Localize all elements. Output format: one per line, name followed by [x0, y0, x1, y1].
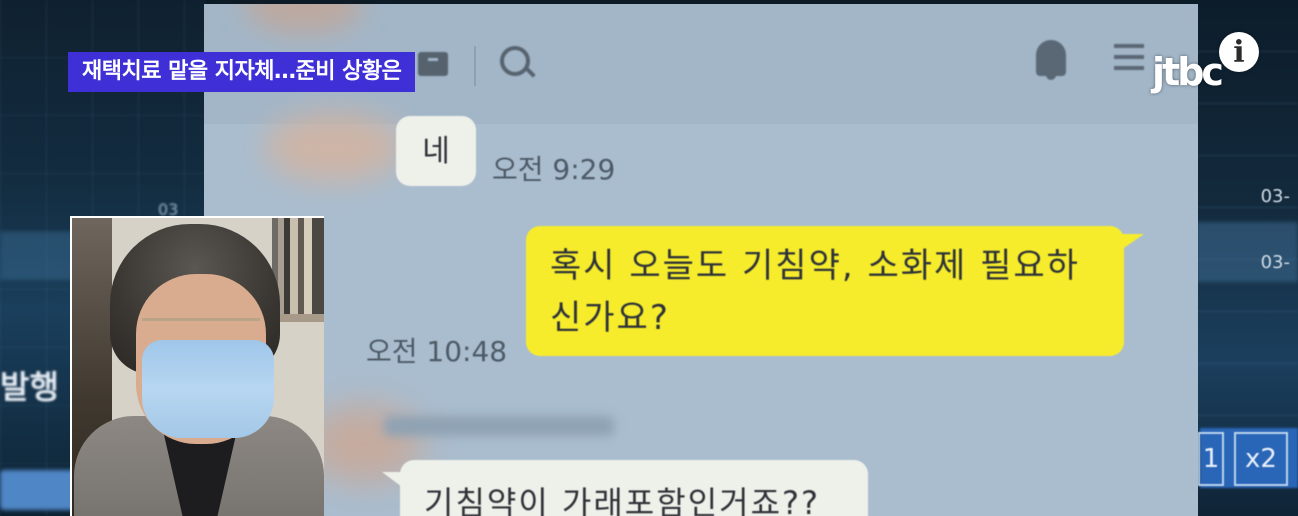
monitor-number: 03-	[1260, 252, 1290, 273]
message-timestamp: 오전 10:48	[366, 335, 508, 368]
info-icon[interactable]: i	[1219, 32, 1259, 72]
message-text: 기침약이 가래포함인거죠??	[424, 484, 820, 516]
bell-icon	[1036, 40, 1066, 80]
monitor-button: 1	[1198, 432, 1224, 486]
message-text: 신가요?	[550, 298, 670, 338]
news-caption: 재택치료 맡을 지자체…준비 상황은	[68, 52, 416, 92]
blurred-avatar	[244, 4, 364, 34]
message-text: 네	[422, 134, 450, 169]
message-text: 혹시 오늘도 기침약, 소화제 필요하	[550, 246, 1080, 286]
search-icon	[500, 46, 530, 76]
chat-bubble-received: 기침약이 가래포함인거죠??	[382, 460, 868, 516]
blurred-sender-name	[384, 416, 614, 436]
blurred-avatar	[264, 112, 404, 182]
drawer-icon	[418, 52, 448, 76]
monitor-label: 발행	[0, 368, 59, 406]
interviewee-face-mask	[142, 340, 274, 438]
monitor-button: x2	[1234, 432, 1288, 486]
video-frame: 03 발행 03- 03- 1 x2 네 오전 9:29 오전 10:48 혹시…	[0, 0, 1298, 516]
message-timestamp: 오전 9:29	[492, 153, 616, 186]
monitor-number: 03-	[1260, 186, 1290, 207]
interview-inset	[70, 216, 324, 516]
header-divider	[474, 46, 476, 86]
chat-bubble-received: 네	[396, 116, 476, 186]
jtbc-logo: jtbc	[1152, 50, 1224, 94]
chat-bubble-sent: 혹시 오늘도 기침약, 소화제 필요하 신가요?	[526, 226, 1144, 356]
menu-icon	[1114, 44, 1144, 70]
